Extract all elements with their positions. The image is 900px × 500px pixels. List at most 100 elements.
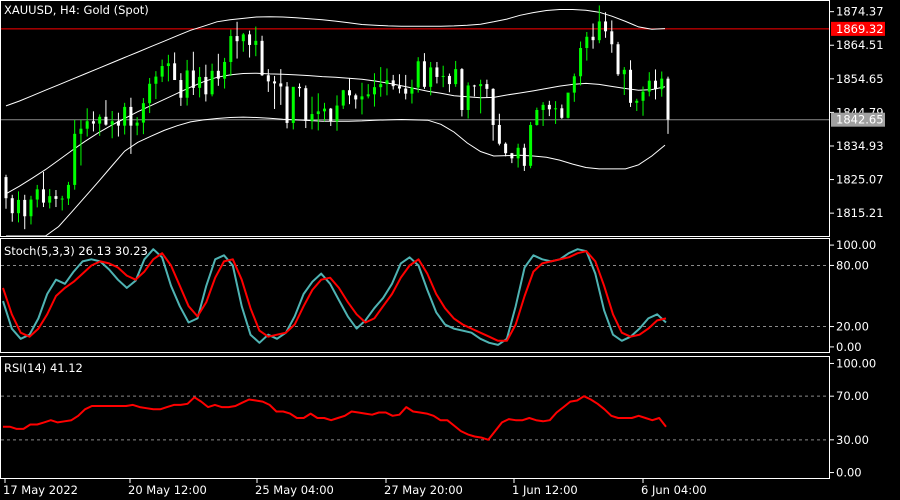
candle-body [347, 90, 351, 96]
y-tick-label: 1874.37 [836, 5, 884, 19]
candle-body [641, 91, 645, 101]
candle-body [435, 67, 439, 77]
y-tick-label: 80.00 [836, 258, 869, 272]
candle-body [316, 111, 320, 115]
candle-body [85, 121, 89, 129]
candle-body [560, 108, 564, 118]
candle-body [98, 116, 102, 124]
stoch-series [2, 248, 667, 346]
candle-body [198, 76, 202, 88]
price-level-lines [1, 28, 829, 121]
series-line [3, 395, 667, 441]
candle-body [154, 76, 158, 84]
candle-body [466, 85, 470, 110]
candle-body [10, 198, 14, 214]
x-tick-label: 25 May 04:00 [255, 483, 334, 497]
candle-body [666, 78, 670, 120]
candle-body [285, 86, 289, 123]
candle-body [248, 34, 252, 45]
y-tick-label: 30.00 [836, 433, 869, 447]
candle-body [647, 80, 651, 92]
chart-title: XAUUSD, H4: Gold (Spot) [4, 3, 149, 17]
candle-body [73, 133, 77, 185]
candle-body [410, 87, 414, 94]
candle-body [23, 199, 27, 217]
y-tick-label: 100.00 [836, 356, 876, 370]
candle-body [597, 21, 601, 41]
bollinger-lower-line [6, 116, 666, 237]
candle-body [472, 85, 476, 87]
candle-body [66, 184, 70, 199]
candle-body [16, 199, 20, 214]
candle-body [279, 83, 283, 87]
candle-body [291, 86, 295, 123]
x-tick-label: 6 Jun 04:00 [641, 483, 707, 497]
candle-body [654, 80, 658, 90]
candle-body [460, 69, 464, 110]
candle-body [41, 189, 45, 203]
candle-body [116, 121, 120, 126]
candle-body [385, 80, 389, 85]
current-price-tag: 1842.65 [836, 113, 884, 127]
candle-body [522, 147, 526, 166]
candle-body [273, 81, 277, 84]
candle-body [254, 40, 258, 45]
candle-body [204, 76, 208, 95]
y-tick-label: 1825.07 [836, 173, 884, 187]
rsi-title: RSI(14) 41.12 [4, 361, 83, 375]
candle-body [572, 76, 576, 93]
rsi-levels [1, 395, 829, 441]
candle-body [622, 69, 626, 75]
series-line [2, 248, 667, 346]
candle-body [366, 94, 370, 97]
candle-body [541, 104, 545, 110]
x-axis: 17 May 2022 20 May 12:00 25 May 04:00 27 Ma… [3, 478, 707, 497]
candle-body [454, 69, 458, 85]
candle-body [54, 196, 58, 199]
candle-body [210, 70, 214, 95]
candle-body [604, 21, 608, 32]
candle-body [173, 63, 177, 81]
candle-body [547, 104, 551, 110]
candle-body [304, 88, 308, 121]
candle-body [185, 70, 189, 98]
y-tick-label: 100.00 [836, 238, 876, 252]
candle-body [554, 108, 558, 110]
candle-body [229, 36, 233, 62]
candle-body [235, 36, 239, 42]
candle-body [166, 63, 170, 67]
y-tick-label: 70.00 [836, 389, 869, 403]
candle-body [335, 105, 339, 122]
chart: 1874.371864.511854.651844.791834.931825.… [0, 0, 885, 497]
y-tick-label: 1854.65 [836, 72, 884, 86]
bollinger-upper-line [5, 9, 666, 107]
x-tick-label: 1 Jun 12:00 [512, 483, 578, 497]
candle-body [379, 84, 383, 88]
candle-body [429, 67, 433, 87]
candle-body [504, 143, 508, 154]
x-tick-label: 17 May 2022 [3, 483, 78, 497]
candle-body [497, 124, 501, 144]
rsi-panel-frame [0, 356, 830, 479]
resistance-price-tag: 1869.32 [836, 22, 884, 36]
candle-body [485, 84, 489, 89]
y-tick-label: 0.00 [836, 340, 862, 354]
candle-body [91, 121, 95, 124]
candle-body [298, 86, 302, 89]
rsi-series [3, 395, 667, 441]
candle-body [491, 88, 495, 125]
candle-body [441, 75, 445, 77]
candle-body [510, 153, 514, 159]
candle-body [179, 80, 183, 98]
candle-body [135, 122, 139, 126]
candle-body [216, 70, 220, 79]
candle-body [29, 199, 33, 217]
candle-body [4, 177, 8, 199]
candle-body [372, 87, 376, 95]
candle-body [422, 61, 426, 87]
candle-body [416, 61, 420, 88]
candle-body [191, 70, 195, 88]
candle-body [79, 128, 83, 134]
candle-body [360, 96, 364, 100]
candle-body [585, 36, 589, 48]
